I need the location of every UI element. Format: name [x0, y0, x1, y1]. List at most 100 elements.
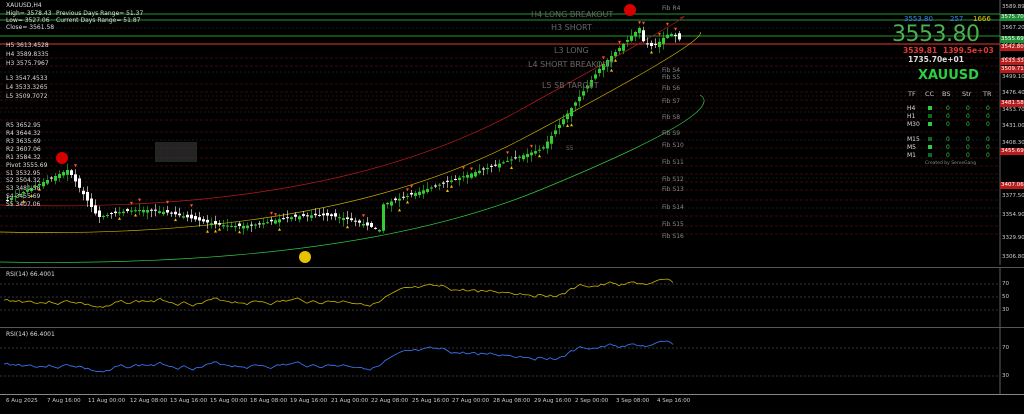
- sell-arrow-icon: [506, 151, 509, 155]
- candle-bull: [578, 96, 581, 102]
- candle-bull: [562, 119, 565, 125]
- time-axis[interactable]: 6 Aug 2025 7 Aug 16:00 11 Aug 00:00 12 Aug …: [0, 394, 1024, 414]
- time-axis-label: 27 Aug 00:00: [452, 398, 490, 404]
- main-chart-pane[interactable]: XAUUSD,H4 High= 3578.43 Previous Days Ra…: [0, 0, 1024, 265]
- price-axis-level-box: 3455.69: [1000, 148, 1024, 155]
- candle-bull: [462, 176, 465, 178]
- sell-arrow-icon: [270, 211, 273, 215]
- candle-bear: [350, 218, 353, 221]
- time-axis-label: 22 Aug 08:00: [371, 398, 409, 404]
- fib-r4-label: Fib R4: [662, 5, 681, 12]
- candle-bear: [126, 209, 129, 212]
- candle-bear: [154, 209, 157, 211]
- candle-bear: [642, 30, 645, 42]
- candle-bull: [242, 225, 245, 229]
- time-axis-label: 6 Aug 2025: [6, 398, 38, 404]
- rsi-pane-2[interactable]: RSI(14) 66.4001 70 30: [0, 327, 1024, 395]
- candle-bear: [50, 177, 53, 179]
- candlestick-chart[interactable]: [0, 0, 1024, 265]
- buy-arrow-icon: [174, 218, 177, 222]
- candle-bear: [206, 219, 209, 223]
- candle-bear: [454, 178, 457, 180]
- mtf-value-cell: 0: [986, 144, 990, 151]
- mtf-row-h4: H4: [907, 105, 916, 112]
- candle-bull: [554, 130, 557, 135]
- mtf-header-str: Str: [962, 90, 972, 98]
- candle-bull: [622, 44, 625, 51]
- mtf-header-cc: CC: [925, 90, 935, 98]
- candle-bull: [210, 223, 213, 226]
- mtf-value-cell: 0: [986, 152, 990, 159]
- candle-bear: [98, 210, 101, 218]
- candle-bull: [134, 210, 137, 212]
- candle-bull: [122, 211, 125, 214]
- mtf-header-bs: BS: [942, 90, 951, 98]
- time-axis-label: 15 Aug 00:00: [210, 398, 248, 404]
- buy-arrow-icon: [218, 227, 221, 231]
- sell-arrow-icon: [674, 27, 677, 31]
- sell-arrow-icon: [638, 21, 641, 25]
- candle-bull: [390, 201, 393, 206]
- sell-arrow-icon: [642, 21, 645, 25]
- price-axis-label: 3476.40: [1002, 90, 1024, 96]
- candle-bull: [534, 151, 537, 154]
- mtf-value-cell: 0: [966, 152, 970, 159]
- candle-bull: [102, 215, 105, 217]
- annotation-l3-long: L3 LONG: [554, 46, 589, 55]
- rsi-line: [3, 278, 674, 308]
- candle-bear: [258, 223, 261, 225]
- mtf-value-cell: 0: [946, 136, 950, 143]
- candle-bull: [538, 149, 541, 151]
- sell-signal-icon: [56, 152, 68, 164]
- candle-bull: [106, 214, 109, 216]
- candle-bear: [94, 205, 97, 214]
- candle-bear: [678, 33, 681, 40]
- fib-s5-label: Fib S5: [662, 74, 681, 81]
- candle-bear: [306, 215, 309, 217]
- time-axis-label: 4 Sep 16:00: [657, 398, 691, 404]
- candle-bull: [46, 180, 49, 184]
- candle-bull: [382, 204, 385, 231]
- mtf-value-cell: 0: [986, 136, 990, 143]
- candle-bear: [482, 168, 485, 170]
- time-axis-label: 18 Aug 08:00: [250, 398, 288, 404]
- price-axis-label: 3329.90: [1002, 235, 1024, 241]
- fib-s12-label: Fib S12: [662, 176, 684, 183]
- mtf-status-dot: [928, 153, 932, 157]
- mtf-value-cell: 0: [966, 136, 970, 143]
- candle-bear: [78, 178, 81, 188]
- mtf-row-h1: H1: [907, 113, 916, 120]
- candle-bull: [222, 225, 225, 227]
- buy-arrow-icon: [406, 200, 409, 204]
- candle-bear: [114, 211, 117, 214]
- candle-bear: [190, 214, 193, 219]
- candle-bull: [62, 172, 65, 176]
- rsi-pane-1[interactable]: RSI(14) 66.4001 70 50 30: [0, 267, 1024, 328]
- candle-bull: [530, 152, 533, 156]
- candle-bull: [54, 176, 57, 181]
- level-h5: H5 3613.4528: [6, 42, 49, 49]
- candle-bull: [498, 163, 501, 168]
- candle-bear: [354, 220, 357, 222]
- candle-bear: [214, 221, 217, 225]
- sell-arrow-icon: [530, 144, 533, 148]
- annotation-s5: S5: [566, 145, 574, 152]
- buy-arrow-icon: [346, 225, 349, 229]
- sell-arrow-icon: [666, 22, 669, 26]
- candle-bear: [170, 212, 173, 214]
- price-axis-level-box: 3509.71: [1000, 66, 1024, 73]
- price-axis-label: 3453.70: [1002, 107, 1024, 113]
- annotation-h3-short: H3 SHORT: [551, 23, 592, 32]
- candle-bull: [478, 170, 481, 174]
- channel-curve-red: [0, 16, 685, 207]
- rsi-1-label: RSI(14) 66.4001: [6, 271, 55, 278]
- candle-bull: [42, 182, 45, 187]
- mtf-status-dot: [928, 122, 932, 126]
- time-axis-label: 7 Aug 16:00: [47, 398, 81, 404]
- candle-bear: [434, 185, 437, 187]
- candle-bear: [314, 213, 317, 216]
- candle-bull: [474, 172, 477, 177]
- candle-bear: [490, 165, 493, 167]
- rsi-1-level-70: 70: [1002, 281, 1009, 287]
- level-l4: L4 3533.3265: [6, 84, 48, 91]
